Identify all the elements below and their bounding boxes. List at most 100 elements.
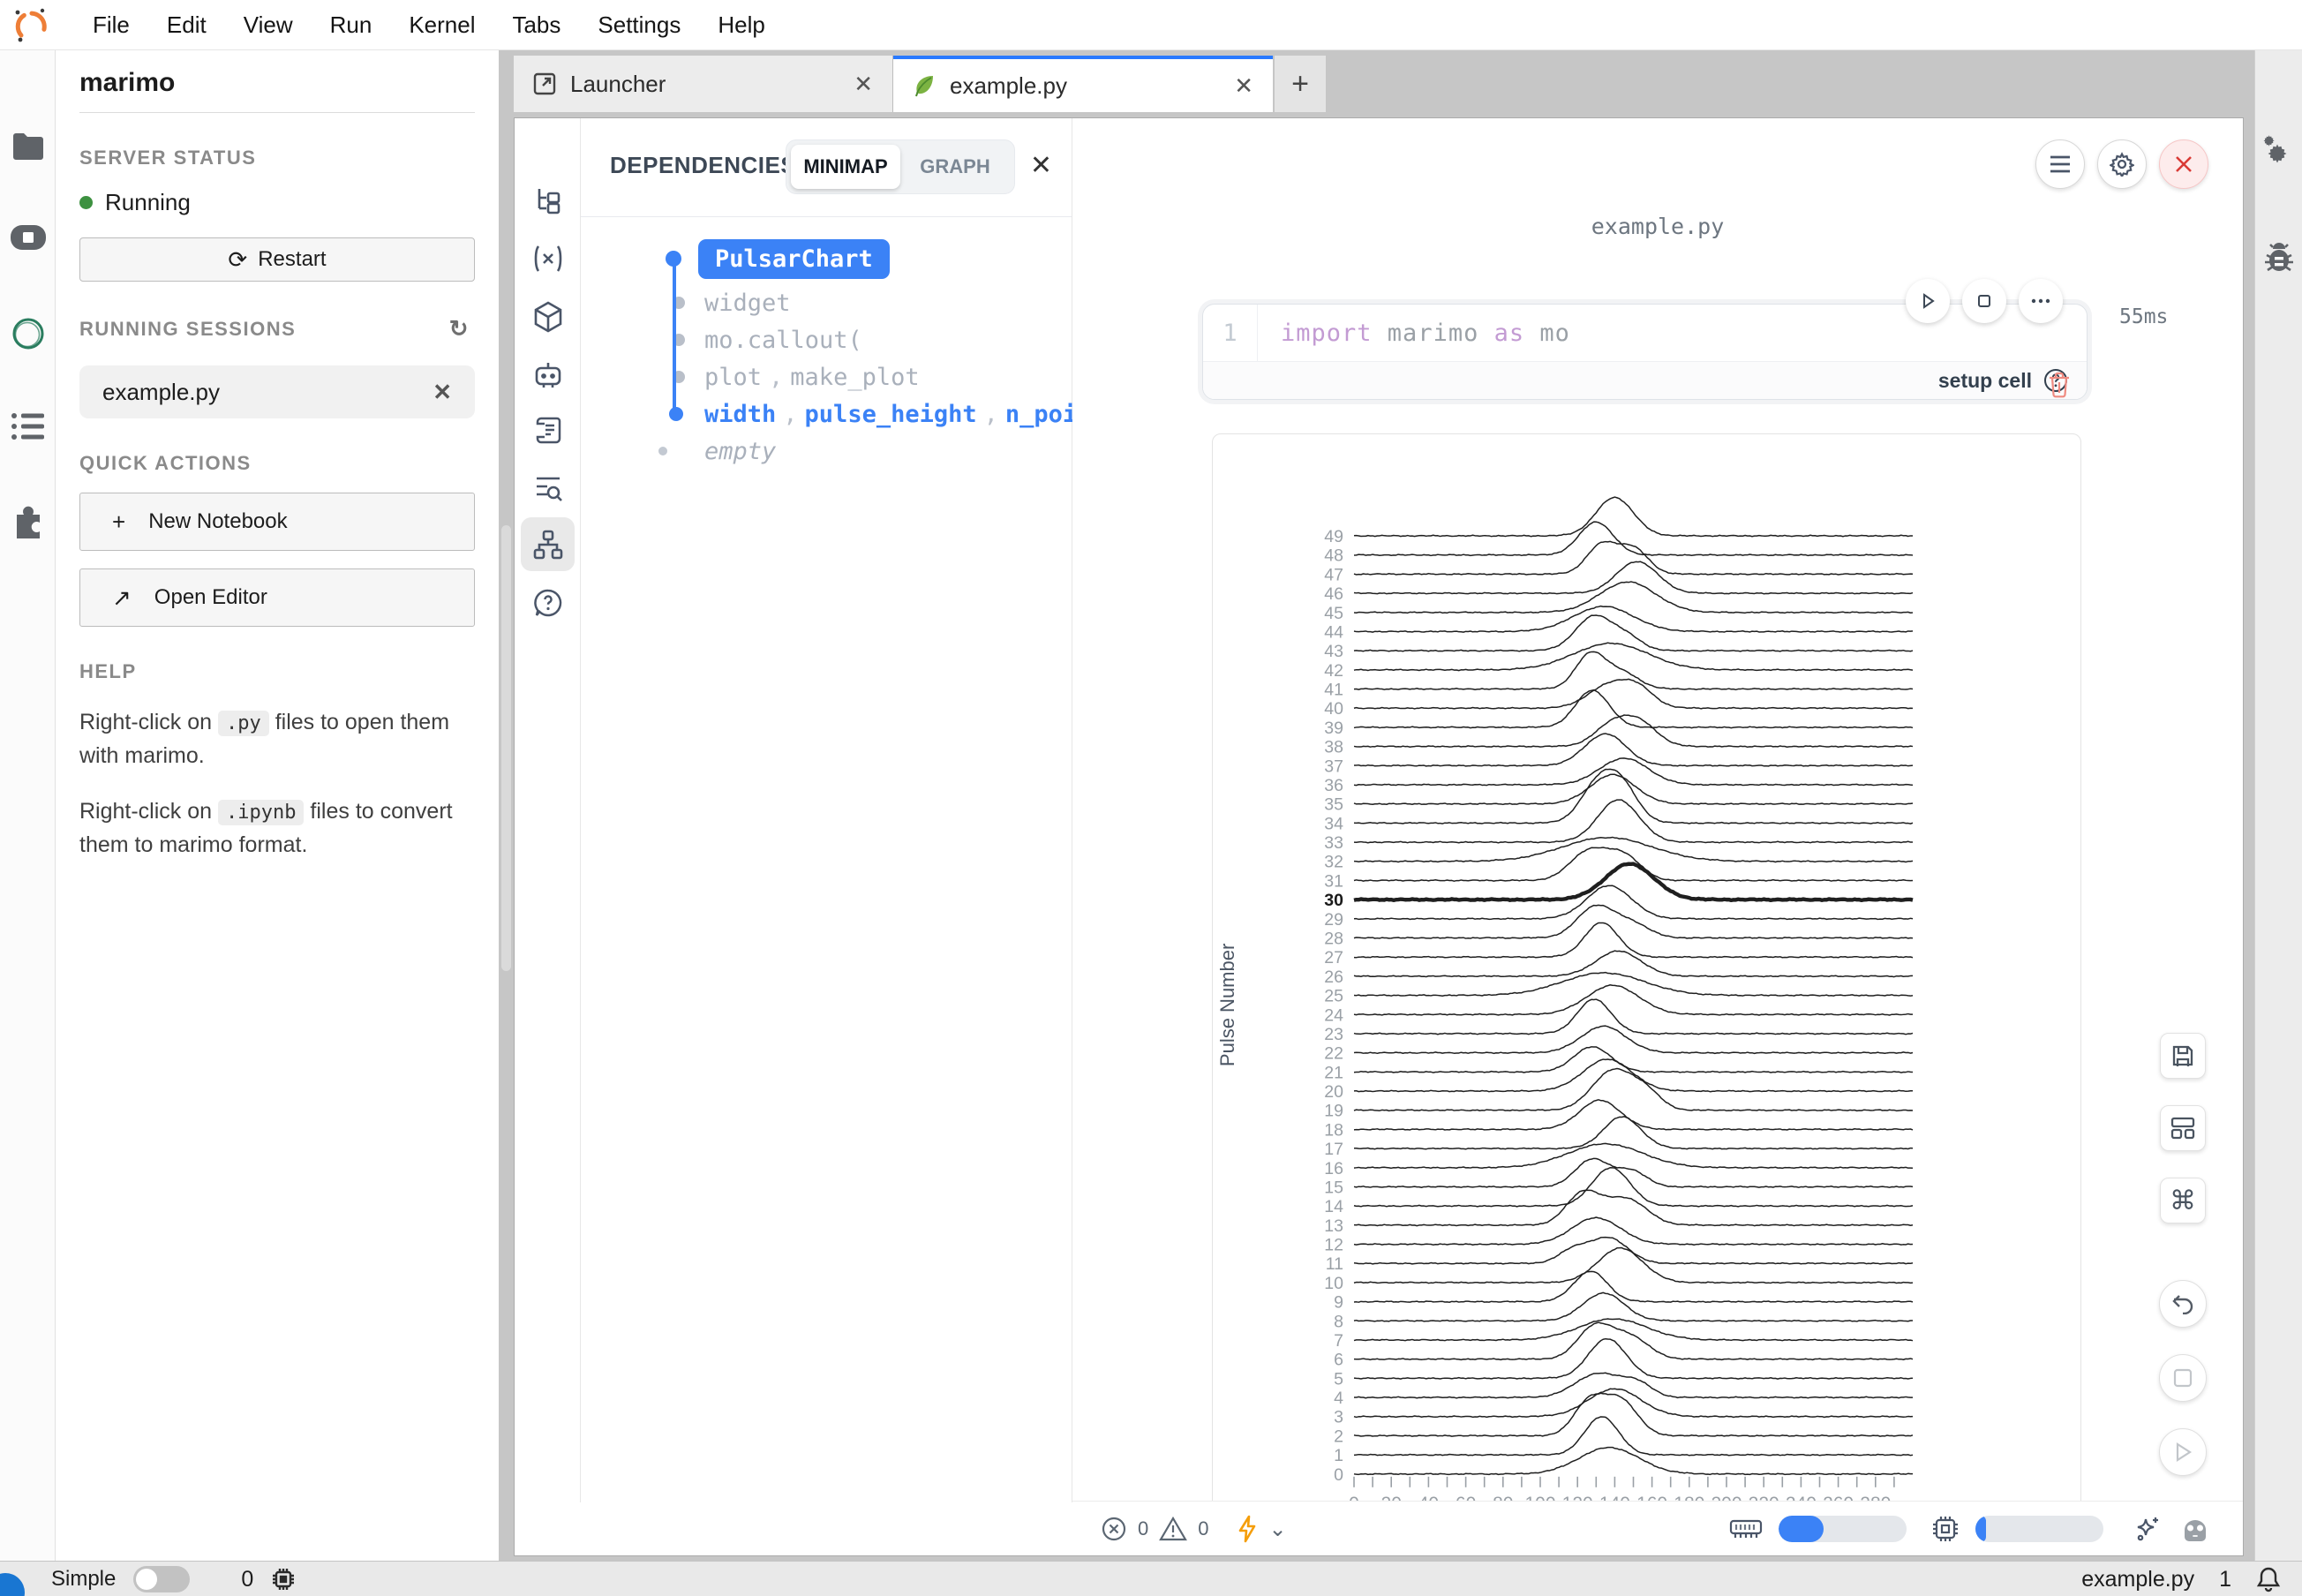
delete-cell-icon[interactable] <box>2048 372 2071 398</box>
dependency-item-plot[interactable]: plot,make_plot <box>581 358 1072 395</box>
run-all-button[interactable] <box>2159 1428 2207 1476</box>
cell-more-options-button[interactable] <box>2019 279 2063 323</box>
bolt-chevron-icon[interactable]: ⌄ <box>1269 1517 1287 1542</box>
undo-button[interactable] <box>2159 1280 2207 1328</box>
pulse-curve-22 <box>1354 1026 1913 1053</box>
errors-icon[interactable] <box>1101 1516 1127 1542</box>
open-editor-button[interactable]: ↗ Open Editor <box>79 568 475 627</box>
y-tick-label: 14 <box>1324 1197 1343 1216</box>
notebook-settings-button[interactable] <box>2097 139 2147 189</box>
stop-cell-button[interactable] <box>1962 279 2006 323</box>
pulse-curve-21 <box>1354 1047 1913 1073</box>
cell-source-code[interactable]: import marimo as mo <box>1258 320 1570 347</box>
minimap-toggle-option[interactable]: MINIMAP <box>791 145 900 189</box>
status-bar: Simple 0 example.py 1 <box>0 1561 2302 1596</box>
dependencies-panel-icon[interactable] <box>521 517 575 571</box>
pulse-curve-19 <box>1354 1068 1913 1110</box>
code-token: mo <box>1524 320 1570 347</box>
close-tab-icon[interactable]: ✕ <box>854 71 873 98</box>
menu-item-help[interactable]: Help <box>699 11 783 39</box>
property-inspector-icon[interactable] <box>2255 134 2302 169</box>
tab-bar: Launcher ✕ example.py ✕ + <box>514 56 1326 112</box>
y-tick-label: 34 <box>1324 814 1343 833</box>
file-browser-icon[interactable] <box>0 132 56 162</box>
help-icon[interactable] <box>521 576 575 629</box>
cell-line-number: 1 <box>1203 305 1258 361</box>
ai-sparkle-icon[interactable] <box>2133 1514 2163 1544</box>
graph-toggle-option[interactable]: GRAPH <box>900 145 1010 189</box>
restart-button[interactable]: ⟳ Restart <box>79 237 475 282</box>
menu-item-file[interactable]: File <box>74 11 148 39</box>
save-notebook-button[interactable] <box>2160 1033 2206 1079</box>
close-tab-icon[interactable]: ✕ <box>1234 72 1253 100</box>
dependency-item-mocallout[interactable]: mo.callout( <box>581 321 1072 358</box>
ai-assistant-icon[interactable] <box>521 348 575 402</box>
pulse-curve-46 <box>1354 561 1913 594</box>
keyboard-shortcuts-button[interactable]: ⌘ <box>2160 1178 2206 1223</box>
menu-item-edit[interactable]: Edit <box>148 11 225 39</box>
run-cell-button[interactable] <box>1906 279 1950 323</box>
accessibility-button[interactable] <box>0 1573 25 1596</box>
marimo-tool-rail <box>515 118 581 1502</box>
notification-bell-icon[interactable] <box>2256 1566 2281 1592</box>
search-logs-icon[interactable] <box>521 461 575 515</box>
packages-cube-icon[interactable] <box>521 290 575 343</box>
new-notebook-button[interactable]: + New Notebook <box>79 493 475 551</box>
notebook-menu-button[interactable] <box>2035 139 2085 189</box>
scratchpad-scroll-icon[interactable] <box>521 403 575 456</box>
y-tick-label: 15 <box>1324 1178 1343 1197</box>
y-tick-label: 28 <box>1324 929 1343 948</box>
dependency-item-empty[interactable]: empty <box>581 433 1072 470</box>
running-kernels-icon[interactable] <box>0 218 56 257</box>
sidebar-scrollbar[interactable] <box>501 525 511 971</box>
y-tick-label: 19 <box>1324 1102 1343 1121</box>
dependency-item-pulsarchart[interactable]: PulsarChart <box>581 233 1072 284</box>
y-tick-label: 47 <box>1324 565 1343 584</box>
command-icon: ⌘ <box>2170 1186 2196 1216</box>
pulse-curve-15 <box>1354 1158 1913 1187</box>
statusbar-current-file[interactable]: example.py <box>2081 1567 2194 1592</box>
menu-items: FileEditViewRunKernelTabsSettingsHelp <box>74 11 784 39</box>
layout-toggle-button[interactable] <box>2160 1105 2206 1151</box>
menu-item-view[interactable]: View <box>225 11 312 39</box>
file-tree-icon[interactable] <box>521 174 575 228</box>
shutdown-notebook-button[interactable] <box>2159 139 2208 189</box>
simple-mode-toggle[interactable] <box>133 1566 190 1592</box>
interrupt-button[interactable] <box>2159 1354 2207 1402</box>
dock-area: Launcher ✕ example.py ✕ + <box>499 50 2302 1561</box>
error-count: 0 <box>1138 1517 1148 1540</box>
tab-launcher[interactable]: Launcher ✕ <box>514 56 893 112</box>
close-dependencies-icon[interactable]: ✕ <box>1030 150 1052 181</box>
marimo-sessions-icon[interactable] <box>0 315 56 352</box>
new-tab-button[interactable]: + <box>1275 56 1326 112</box>
menu-item-run[interactable]: Run <box>312 11 391 39</box>
kernel-chip-icon[interactable] <box>271 1567 296 1592</box>
menu-item-settings[interactable]: Settings <box>579 11 699 39</box>
session-item[interactable]: example.py ✕ <box>79 365 475 418</box>
help-paragraph-2: Right-click on .ipynb files to convert t… <box>79 795 475 862</box>
setup-cell[interactable]: 1 import marimo as mo setup cell <box>1202 304 2088 400</box>
table-of-contents-icon[interactable] <box>0 410 56 442</box>
refresh-sessions-icon[interactable]: ↻ <box>449 315 470 343</box>
help-heading: HELP <box>79 660 475 683</box>
dependencies-title: DEPENDENCIES <box>610 152 796 179</box>
variables-icon[interactable] <box>521 231 575 285</box>
dependency-tree: PulsarChartwidgetmo.callout(plot,make_pl… <box>581 233 1072 470</box>
close-session-icon[interactable]: ✕ <box>433 379 452 406</box>
pulse-curve-4 <box>1354 1373 1913 1398</box>
y-tick-label: 3 <box>1334 1408 1343 1427</box>
y-tick-label: 29 <box>1324 910 1343 930</box>
pulse-curve-34 <box>1354 769 1913 824</box>
runtime-bolt-icon[interactable] <box>1236 1515 1259 1543</box>
dependency-item-widget[interactable]: widget <box>581 284 1072 321</box>
dependency-item-width[interactable]: width,pulse_height,n_poi <box>581 395 1072 433</box>
menu-item-kernel[interactable]: Kernel <box>390 11 493 39</box>
menu-item-tabs[interactable]: Tabs <box>493 11 579 39</box>
tab-example-py[interactable]: example.py ✕ <box>893 56 1273 112</box>
extensions-puzzle-icon[interactable] <box>0 502 56 539</box>
debugger-bug-icon[interactable] <box>2255 243 2302 275</box>
warnings-icon[interactable] <box>1159 1516 1187 1542</box>
y-tick-label: 18 <box>1324 1120 1343 1140</box>
pulse-curve-47 <box>1354 541 1913 575</box>
marimo-mascot-icon[interactable] <box>2179 1516 2211 1542</box>
